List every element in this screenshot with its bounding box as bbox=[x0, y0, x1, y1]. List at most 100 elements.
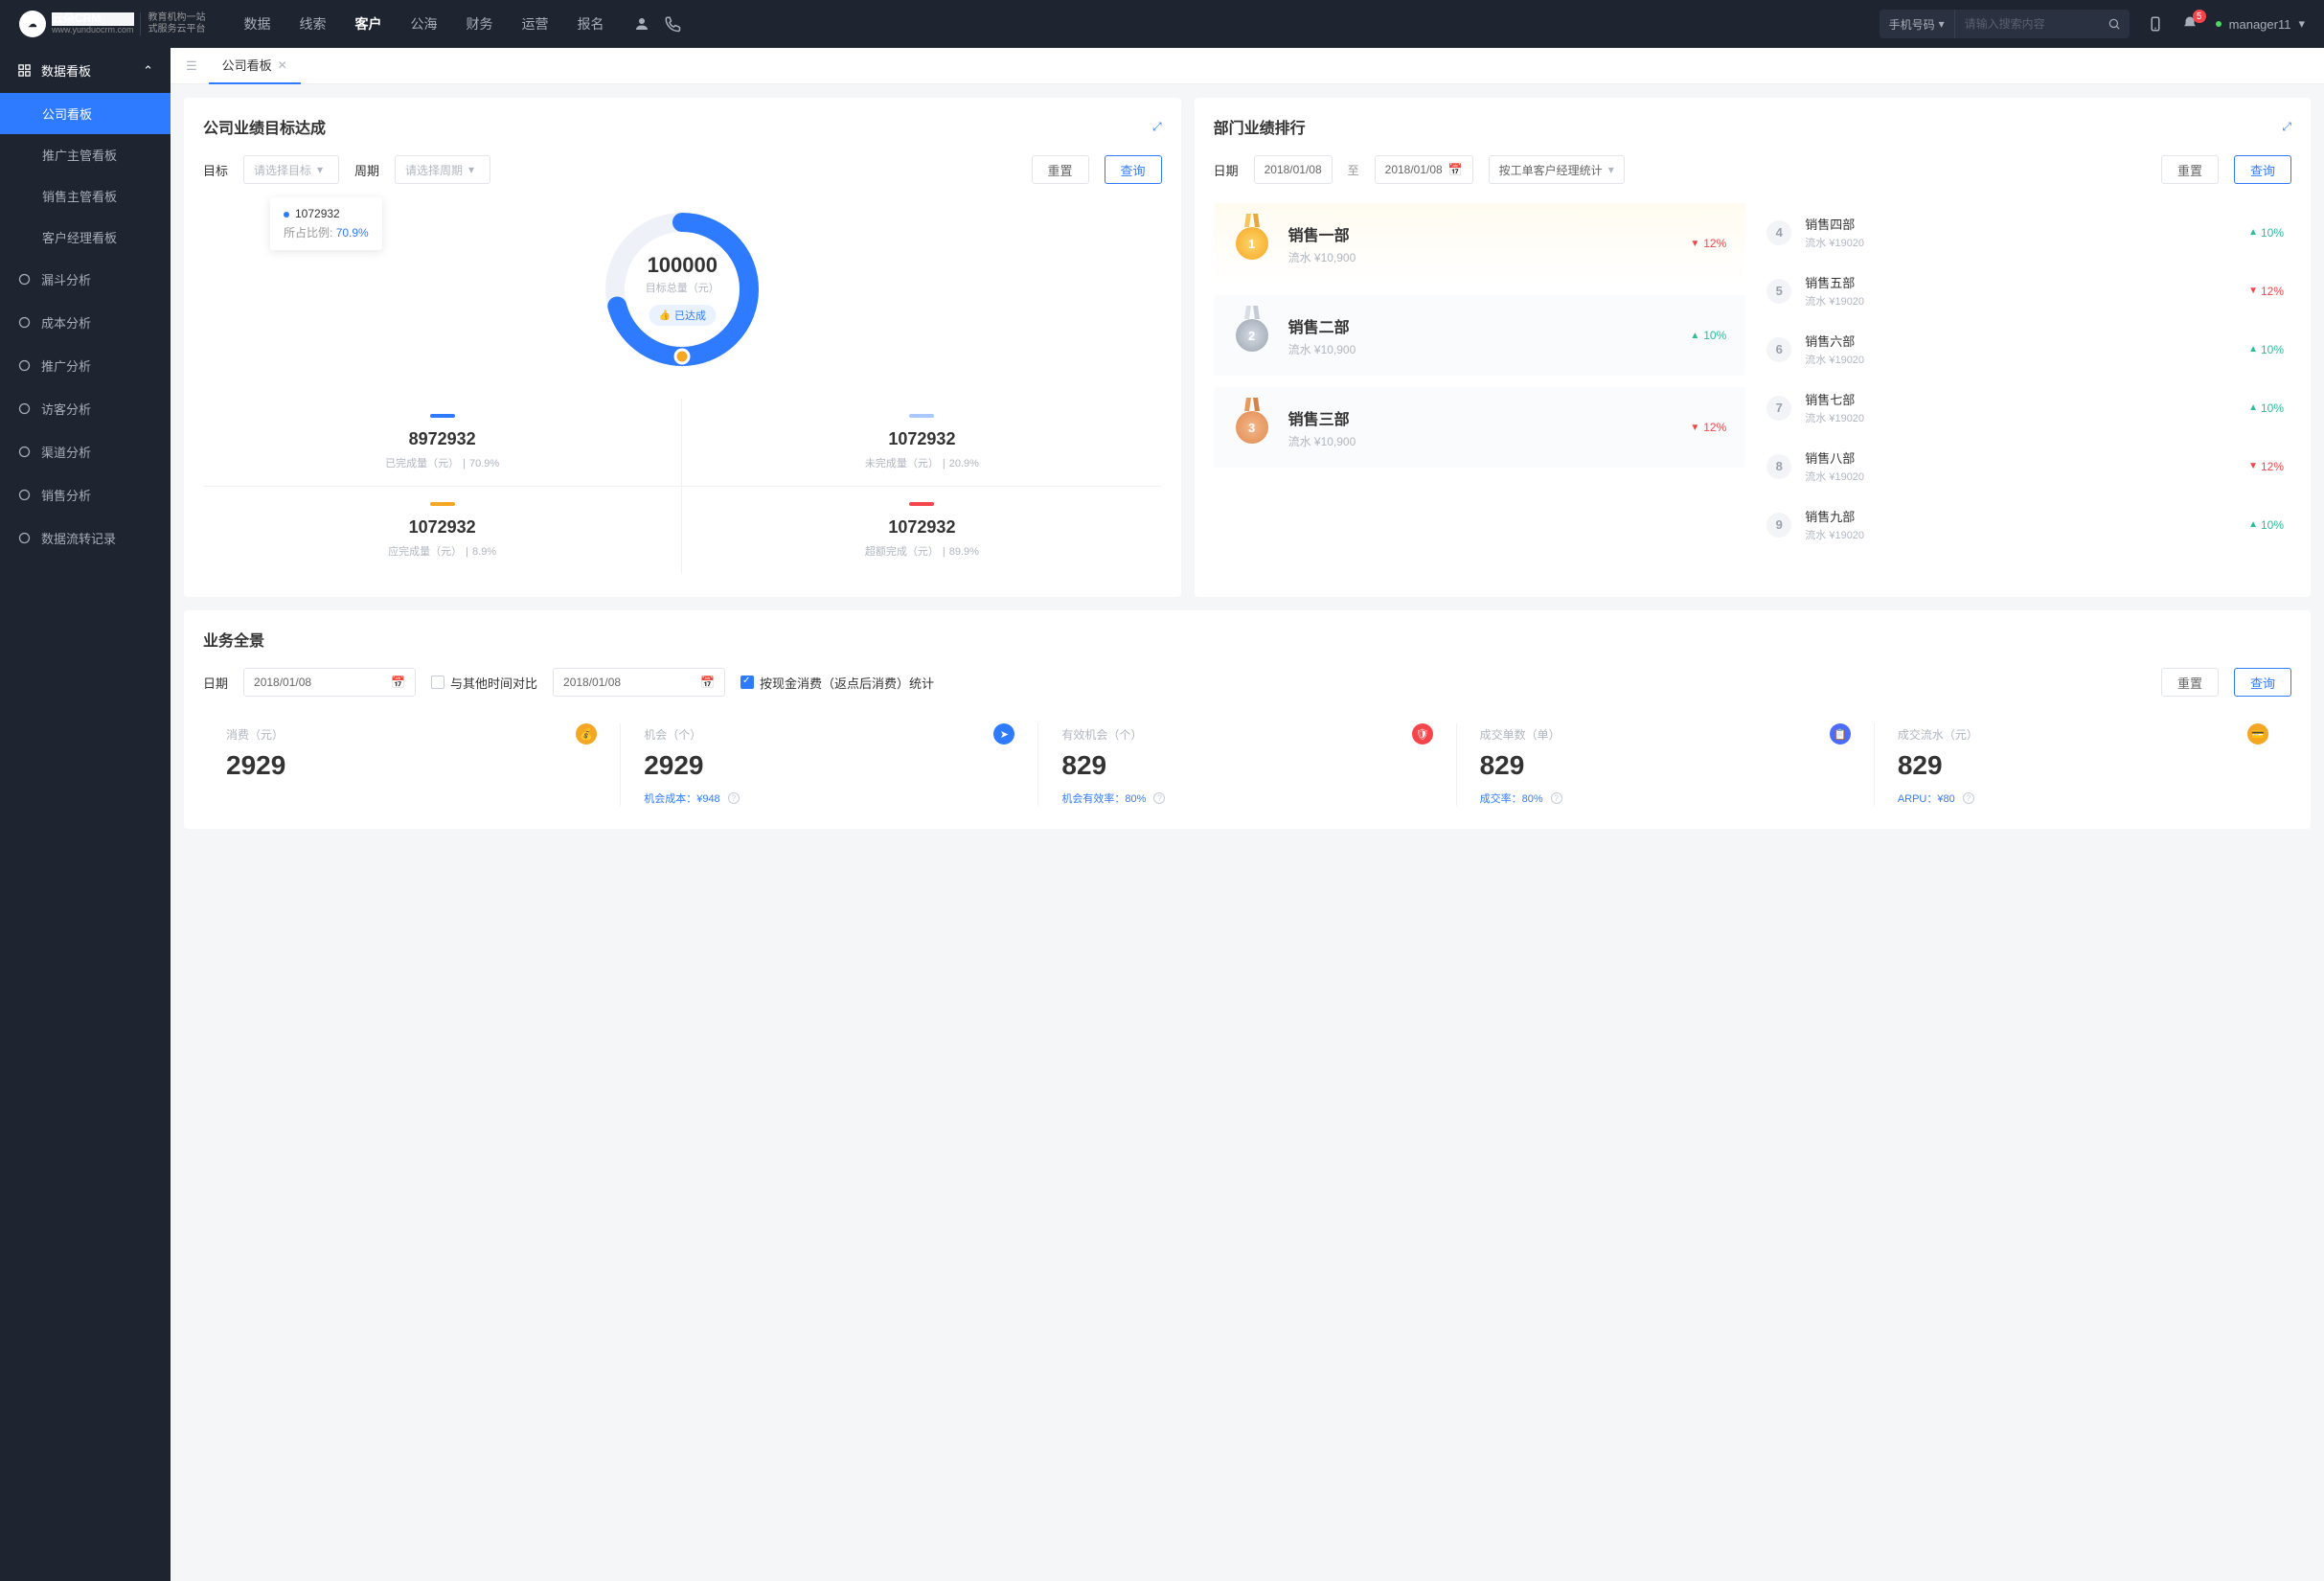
arrow-up-icon: ▲ bbox=[2248, 519, 2258, 530]
tab-company-board[interactable]: 公司看板 ✕ bbox=[209, 48, 301, 84]
close-icon[interactable]: ✕ bbox=[278, 58, 287, 72]
user-menu[interactable]: manager11 ▾ bbox=[2216, 16, 2305, 32]
goal-query-button[interactable]: 查询 bbox=[1105, 155, 1162, 184]
sidebar-item-label: 销售分析 bbox=[41, 486, 91, 504]
bell-icon[interactable]: 5 bbox=[2181, 15, 2199, 33]
notif-badge: 5 bbox=[2193, 10, 2206, 23]
top-navbar: ☁ 云朵CRM www.yunduocrm.com 教育机构一站 式服务云平台 … bbox=[0, 0, 2324, 48]
search-input[interactable] bbox=[1955, 17, 2099, 31]
logo[interactable]: ☁ 云朵CRM www.yunduocrm.com 教育机构一站 式服务云平台 bbox=[19, 11, 206, 37]
sidebar-item-label: 访客分析 bbox=[41, 400, 91, 418]
metric-0: 8972932已完成量（元）|70.9% bbox=[203, 399, 682, 487]
nav-item-5[interactable]: 运营 bbox=[522, 14, 549, 34]
sidebar-item-3[interactable]: 访客分析 bbox=[0, 387, 171, 430]
rank-date-from[interactable]: 2018/01/08 bbox=[1254, 155, 1333, 184]
calendar-icon: 📅 bbox=[1448, 163, 1463, 176]
rank-row-7[interactable]: 7销售七部流水 ¥19020▲10% bbox=[1759, 378, 2291, 437]
rank-top-1[interactable]: 1销售一部流水 ¥10,900▼12% bbox=[1214, 203, 1746, 284]
metric-desc: 未完成量（元）|20.9% bbox=[682, 455, 1161, 470]
rank-row-4[interactable]: 4销售四部流水 ¥19020▲10% bbox=[1759, 203, 2291, 262]
biz-date1-input[interactable]: 2018/01/08 📅 bbox=[243, 668, 416, 697]
sidebar-item-label: 渠道分析 bbox=[41, 443, 91, 461]
nav-item-1[interactable]: 线索 bbox=[300, 14, 327, 34]
nav-item-2[interactable]: 客户 bbox=[355, 14, 382, 34]
help-icon[interactable]: ? bbox=[1153, 792, 1165, 804]
target-placeholder: 请选择目标 bbox=[254, 162, 311, 178]
target-select[interactable]: 请选择目标 ▾ bbox=[243, 155, 339, 184]
rank-date-to[interactable]: 2018/01/08📅 bbox=[1375, 155, 1473, 184]
sidebar-item-1[interactable]: 成本分析 bbox=[0, 301, 171, 344]
sidebar-item-4[interactable]: 渠道分析 bbox=[0, 430, 171, 473]
help-icon[interactable]: ? bbox=[1963, 792, 1974, 804]
help-icon[interactable]: ? bbox=[1551, 792, 1562, 804]
sidebar-sub-2[interactable]: 销售主管看板 bbox=[0, 175, 171, 217]
groupby-label: 按工单客户经理统计 bbox=[1499, 162, 1603, 178]
rank-row-8[interactable]: 8销售八部流水 ¥19020▼12% bbox=[1759, 437, 2291, 495]
kpi-0: 消费（元）💰2929 bbox=[203, 723, 621, 806]
nav-item-0[interactable]: 数据 bbox=[244, 14, 271, 34]
expand-icon[interactable]: ⤢ bbox=[1152, 120, 1162, 134]
rank-row-name: 销售八部 bbox=[1805, 448, 1864, 467]
search-type-select[interactable]: 手机号码 ▾ bbox=[1880, 10, 1955, 38]
nav-items: 数据 线索 客户 公海 财务 运营 报名 bbox=[244, 14, 604, 34]
rank-top-3[interactable]: 3销售三部流水 ¥10,900▼12% bbox=[1214, 387, 1746, 468]
rank-num: 9 bbox=[1766, 513, 1791, 538]
rank-top-2[interactable]: 2销售二部流水 ¥10,900▲10% bbox=[1214, 295, 1746, 376]
metric-desc: 应完成量（元）|8.9% bbox=[203, 543, 681, 559]
collapse-sidebar-button[interactable]: ☰ bbox=[182, 55, 201, 78]
arrow-down-icon: ▼ bbox=[2248, 286, 2258, 296]
expand-icon[interactable]: ⤢ bbox=[2282, 120, 2291, 134]
kpi-label: 机会（个） bbox=[644, 726, 701, 743]
rank-card-title: 部门业绩排行 bbox=[1214, 115, 1306, 138]
goal-card: 公司业绩目标达成 ⤢ 目标 请选择目标 ▾ 周期 请选择周期 ▾ 重置 bbox=[184, 98, 1181, 597]
search-button[interactable] bbox=[2099, 10, 2130, 38]
compare-checkbox[interactable]: 与其他时间对比 bbox=[431, 674, 537, 692]
biz-query-button[interactable]: 查询 bbox=[2234, 668, 2291, 697]
rank-row-5[interactable]: 5销售五部流水 ¥19020▼12% bbox=[1759, 262, 2291, 320]
biz-reset-button[interactable]: 重置 bbox=[2161, 668, 2219, 697]
sidebar-sub-0[interactable]: 公司看板 bbox=[0, 93, 171, 134]
rank-reset-button[interactable]: 重置 bbox=[2161, 155, 2219, 184]
mobile-icon[interactable] bbox=[2147, 15, 2164, 33]
nav-item-6[interactable]: 报名 bbox=[578, 14, 604, 34]
sidebar-item-5[interactable]: 销售分析 bbox=[0, 473, 171, 516]
nav-item-3[interactable]: 公海 bbox=[411, 14, 438, 34]
biz-card: 业务全景 日期 2018/01/08 📅 与其他时间对比 2018/01/08 … bbox=[184, 610, 2311, 829]
metric-2: 1072932应完成量（元）|8.9% bbox=[203, 487, 682, 574]
rank-name: 销售三部 bbox=[1288, 406, 1356, 429]
medal-gold-icon: 1 bbox=[1233, 220, 1271, 266]
sidebar-item-2[interactable]: 推广分析 bbox=[0, 344, 171, 387]
share-icon bbox=[17, 445, 32, 459]
sidebar-item-label: 漏斗分析 bbox=[41, 270, 91, 288]
sidebar-head-dashboard[interactable]: 数据看板 ⌃ bbox=[0, 48, 171, 93]
biz-date2-input[interactable]: 2018/01/08 📅 bbox=[553, 668, 725, 697]
rank-row-flow: 流水 ¥19020 bbox=[1805, 293, 1864, 309]
kpi-icon: 💳 bbox=[2247, 723, 2268, 745]
arrow-up-icon: ▲ bbox=[2248, 402, 2258, 413]
calendar-icon: 📅 bbox=[391, 676, 405, 689]
brand-sub1: 教育机构一站 bbox=[148, 12, 206, 24]
rank-row-pct: ▼12% bbox=[2248, 460, 2284, 473]
metric-1: 1072932未完成量（元）|20.9% bbox=[682, 399, 1161, 487]
rank-row-6[interactable]: 6销售六部流水 ¥19020▲10% bbox=[1759, 320, 2291, 378]
nav-item-4[interactable]: 财务 bbox=[467, 14, 493, 34]
rank-query-button[interactable]: 查询 bbox=[2234, 155, 2291, 184]
rank-row-9[interactable]: 9销售九部流水 ¥19020▲10% bbox=[1759, 495, 2291, 554]
help-icon[interactable]: ? bbox=[728, 792, 740, 804]
person-icon[interactable] bbox=[633, 15, 650, 33]
metric-bar-icon bbox=[909, 414, 934, 418]
kpi-foot: 成交率：80%? bbox=[1480, 790, 1851, 806]
biz-card-title: 业务全景 bbox=[203, 628, 264, 651]
rank-num: 7 bbox=[1766, 396, 1791, 421]
biz-date-label: 日期 bbox=[203, 674, 228, 692]
goal-reset-button[interactable]: 重置 bbox=[1032, 155, 1089, 184]
phone-icon[interactable] bbox=[664, 15, 681, 33]
period-select[interactable]: 请选择周期 ▾ bbox=[395, 155, 490, 184]
sidebar-sub-1[interactable]: 推广主管看板 bbox=[0, 134, 171, 175]
sidebar-item-6[interactable]: 数据流转记录 bbox=[0, 516, 171, 560]
sidebar-sub-3[interactable]: 客户经理看板 bbox=[0, 217, 171, 258]
rank-groupby-select[interactable]: 按工单客户经理统计 ▾ bbox=[1489, 155, 1625, 184]
cash-checkbox[interactable]: 按现金消费（返点后消费）统计 bbox=[740, 674, 934, 692]
chart-icon bbox=[17, 358, 32, 373]
sidebar-item-0[interactable]: 漏斗分析 bbox=[0, 258, 171, 301]
